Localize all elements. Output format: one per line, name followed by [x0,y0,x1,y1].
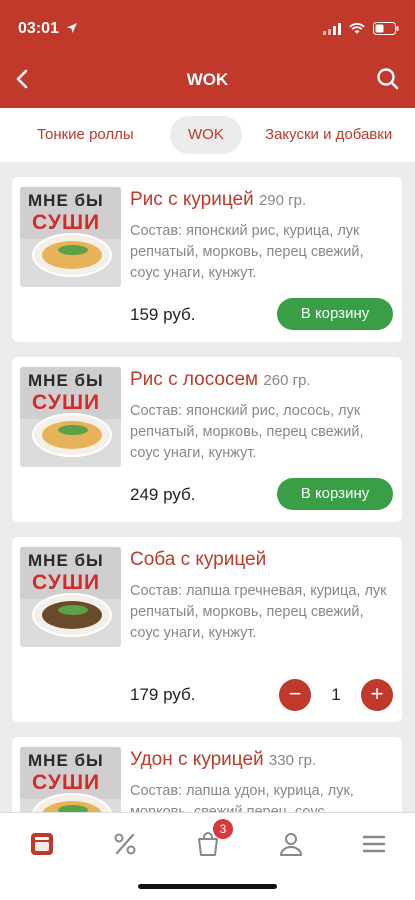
product-description: Состав: лапша гречневая, курица, лук реп… [130,583,387,641]
page-title: WOK [186,70,229,89]
product-price: 159 руб. [130,305,196,324]
tab-snacks[interactable]: Закуски и добавки [265,116,392,154]
status-time: 03:01 [18,20,59,37]
product-card: МНЕ бЫ СУШИ Соба с курицей Состав: лапша… [12,537,402,722]
product-price: 179 руб. [130,685,196,704]
tab-promotions[interactable] [108,827,142,861]
tab-menu[interactable] [25,827,59,861]
product-name: Соба с курицей [130,549,267,570]
product-card: МНЕ бЫ СУШИ Рис с лососем 260 гр. Состав… [12,357,402,522]
search-button[interactable] [373,64,403,94]
product-weight: 290 гр. [258,192,307,209]
product-image: МНЕ бЫ СУШИ [20,187,121,287]
product-image: МНЕ бЫ СУШИ [20,367,121,467]
tab-wok[interactable]: WOK [170,116,242,154]
decrease-quantity-button[interactable]: − [279,679,311,711]
product-description: Состав: японский рис, лосось, лук репчат… [130,403,364,461]
product-name: Удон с курицей 330 гр. [130,749,317,770]
cellular-signal-icon [323,22,341,35]
menu-book-icon [31,833,53,855]
battery-icon [373,22,399,35]
product-weight: 260 гр. [263,372,311,389]
location-arrow-icon [67,23,77,33]
add-to-cart-button[interactable]: В корзину [277,478,393,510]
quantity-stepper: − 1 + [279,679,393,711]
product-description: Состав: лапша удон, курица, лук, морковь… [130,783,354,812]
product-list: МНЕ бЫ СУШИ Рис с курицей 290 гр. Состав… [0,162,415,812]
product-weight: 330 гр. [268,752,317,769]
header-bar: WOK [0,50,415,108]
wifi-icon [349,22,365,34]
product-description: Состав: японский рис, курица, лук репчат… [130,223,364,281]
product-card: МНЕ бЫ СУШИ Удон с курицей 330 гр. Соста… [12,737,402,812]
user-icon [280,833,302,856]
quantity-value: 1 [331,685,341,704]
product-image: МНЕ бЫ СУШИ [20,547,121,647]
tab-cart[interactable]: 3 [191,819,233,861]
add-to-cart-button[interactable]: В корзину [277,298,393,330]
home-indicator [138,884,277,889]
product-price: 249 руб. [130,485,196,504]
status-bar: 03:01 [0,0,415,50]
tab-profile[interactable] [274,827,308,861]
cart-count-badge: 3 [213,819,233,839]
product-card: МНЕ бЫ СУШИ Рис с курицей 290 гр. Состав… [12,177,402,342]
search-icon [377,68,399,90]
category-tabs: Тонкие роллы WOK Закуски и добавки [0,108,415,162]
hamburger-menu-icon [362,835,386,853]
tab-more[interactable] [357,827,391,861]
tab-thin-rolls[interactable]: Тонкие роллы [37,116,134,154]
increase-quantity-button[interactable]: + [361,679,393,711]
product-name: Рис с лососем 260 гр. [130,369,311,390]
percent-icon [114,833,136,855]
product-image: МНЕ бЫ СУШИ [20,747,121,812]
product-name: Рис с курицей 290 гр. [130,189,307,210]
